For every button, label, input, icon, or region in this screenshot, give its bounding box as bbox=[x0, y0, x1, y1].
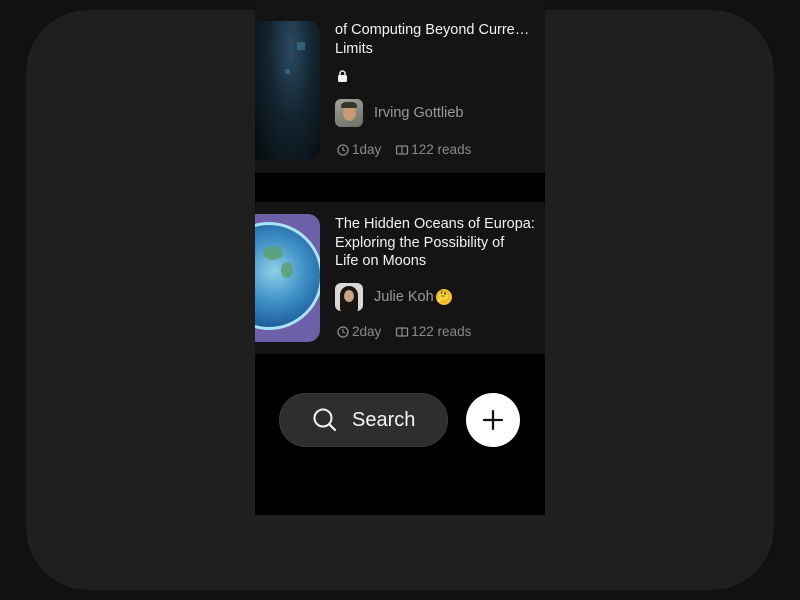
clock-icon bbox=[336, 143, 350, 157]
article-reads: 122 reads bbox=[411, 324, 472, 339]
article-time: 2day bbox=[352, 324, 382, 339]
article-reads: 122 reads bbox=[411, 142, 472, 157]
search-button[interactable]: Search bbox=[279, 393, 448, 447]
author-name: Julie Koh bbox=[374, 289, 434, 305]
avatar[interactable] bbox=[335, 283, 363, 311]
search-label: Search bbox=[352, 408, 416, 431]
bottom-action-bar: Search bbox=[255, 355, 545, 515]
author-name: Irving Gottlieb bbox=[374, 105, 464, 121]
article-meta: 1day 122 reads bbox=[336, 142, 471, 157]
thinking-emoji-icon: 🤔 bbox=[435, 289, 452, 305]
article-author[interactable]: Irving Gottlieb bbox=[335, 99, 463, 127]
plus-icon bbox=[482, 409, 504, 431]
article-meta: 2day 122 reads bbox=[336, 324, 471, 339]
avatar[interactable] bbox=[335, 99, 363, 127]
article-card[interactable]: of Computing Beyond Curre… Limits Irving… bbox=[255, 0, 545, 173]
article-title[interactable]: of Computing Beyond Curre… Limits bbox=[335, 21, 545, 58]
article-card[interactable]: The Hidden Oceans of Europa: Exploring t… bbox=[255, 202, 545, 354]
clock-icon bbox=[336, 325, 350, 339]
article-thumbnail[interactable] bbox=[255, 21, 320, 160]
search-icon bbox=[313, 408, 337, 432]
article-thumbnail[interactable] bbox=[255, 214, 320, 342]
add-button[interactable] bbox=[466, 393, 520, 447]
article-title[interactable]: The Hidden Oceans of Europa: Exploring t… bbox=[335, 215, 545, 271]
lock-icon bbox=[337, 70, 348, 85]
book-icon bbox=[395, 325, 409, 339]
app-screen: of Computing Beyond Curre… Limits Irving… bbox=[255, 0, 545, 515]
article-author[interactable]: Julie Koh 🤔 bbox=[335, 283, 452, 311]
article-time: 1day bbox=[352, 142, 382, 157]
book-icon bbox=[395, 143, 409, 157]
